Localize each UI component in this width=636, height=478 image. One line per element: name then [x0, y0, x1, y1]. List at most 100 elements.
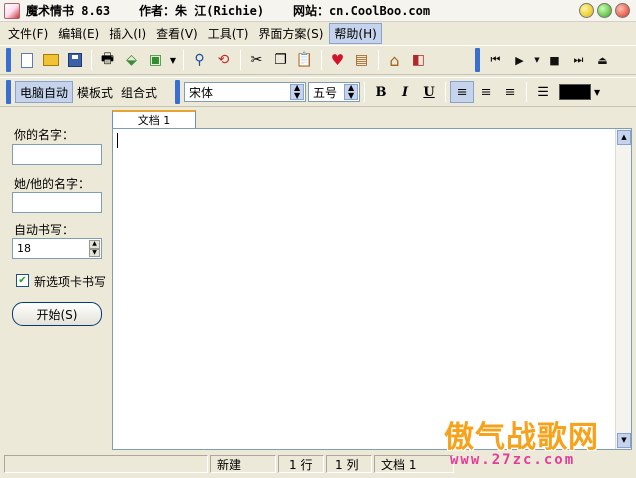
- status-blank: [4, 455, 208, 473]
- auto-write-stepper[interactable]: 18 ▲ ▼: [12, 238, 102, 259]
- menu-bar: 文件(F) 编辑(E) 插入(I) 查看(V) 工具(T) 界面方案(S) 帮助…: [0, 22, 636, 44]
- editor-area[interactable]: ▲ ▼: [112, 128, 632, 450]
- replace-icon: ⟲: [217, 52, 230, 68]
- template-icon: ▤: [354, 52, 369, 68]
- main-toolbar: 🖶 ⬙ ▣ ▼ ⚲ ⟲ ✂ ❐ 📋 ♥ ▤ ⌂ ◧ ⏮ ▶ ▼ ■ ⏭ ⏏: [0, 45, 636, 75]
- close-button[interactable]: [615, 3, 630, 18]
- toolbar-grip[interactable]: [475, 48, 480, 72]
- help-book-button[interactable]: ◧: [407, 49, 430, 72]
- printer-icon: 🖶: [100, 51, 115, 67]
- new-tab-checkbox[interactable]: ✔: [16, 274, 29, 287]
- play-dropdown[interactable]: ▼: [532, 49, 542, 72]
- menu-insert[interactable]: 插入(I): [105, 24, 150, 43]
- align-center-button[interactable]: ≡: [474, 81, 498, 103]
- menu-view[interactable]: 查看(V): [152, 24, 202, 43]
- tab-document-1[interactable]: 文档 1: [112, 110, 196, 128]
- maximize-button[interactable]: [597, 3, 612, 18]
- align-right-button[interactable]: ≡: [498, 81, 522, 103]
- chevron-down-icon: ▼: [593, 87, 601, 97]
- heart-icon: ♥: [330, 51, 345, 69]
- chevron-down-icon: ▼: [169, 55, 177, 65]
- menu-tools[interactable]: 工具(T): [204, 24, 253, 43]
- stepper-down-icon[interactable]: ▼: [89, 248, 100, 257]
- print-preview-button[interactable]: ⬙: [120, 49, 143, 72]
- format-toolbar: 电脑自动 模板式 组合式 宋体 ▲ ▼ 五号 ▲ ▼ B I U ≡ ≡ ≡ ☰ ▼: [0, 77, 636, 107]
- stop-icon: ■: [549, 53, 560, 67]
- find-button[interactable]: ⚲: [188, 49, 211, 72]
- text-color-dropdown[interactable]: ▼: [591, 81, 603, 104]
- toolbar-grip[interactable]: [6, 48, 11, 72]
- menu-help[interactable]: 帮助(H): [329, 22, 382, 44]
- book-icon: ◧: [411, 52, 426, 68]
- text-color-swatch[interactable]: [559, 84, 592, 100]
- toolbar-separator: [240, 50, 241, 70]
- start-button[interactable]: 开始(S): [12, 302, 102, 326]
- save-disk-icon: [67, 53, 82, 67]
- open-button[interactable]: [39, 49, 62, 72]
- export-button[interactable]: ▣: [144, 49, 167, 72]
- bullet-list-button[interactable]: ☰: [531, 81, 555, 103]
- fast-forward-button[interactable]: ⏭: [567, 49, 590, 72]
- italic-button[interactable]: I: [393, 81, 417, 103]
- new-button[interactable]: [15, 49, 38, 72]
- chevron-down-icon[interactable]: ▲ ▼: [344, 84, 359, 100]
- print-button[interactable]: 🖶: [96, 49, 119, 72]
- align-left-icon: ≡: [456, 84, 468, 100]
- export-dropdown[interactable]: ▼: [168, 49, 178, 72]
- menu-scheme[interactable]: 界面方案(S): [254, 24, 327, 43]
- favorite-button[interactable]: ♥: [326, 49, 349, 72]
- mode-combine-button[interactable]: 组合式: [117, 81, 161, 103]
- font-name-value: 宋体: [189, 85, 214, 100]
- toolbar-separator: [321, 50, 322, 70]
- menu-file[interactable]: 文件(F): [4, 24, 52, 43]
- their-name-label: 她/他的名字：: [14, 177, 91, 191]
- stop-button[interactable]: ■: [543, 49, 566, 72]
- toolbar-grip[interactable]: [6, 80, 11, 104]
- paste-button[interactable]: 📋: [293, 49, 316, 72]
- play-button[interactable]: ▶: [508, 49, 531, 72]
- font-name-select[interactable]: 宋体 ▲ ▼: [184, 82, 307, 102]
- home-button[interactable]: ⌂: [383, 49, 406, 72]
- their-name-input[interactable]: [12, 192, 102, 213]
- toolbar-separator: [183, 50, 184, 70]
- left-panel: 你的名字： 她/他的名字： 自动书写： 18 ▲ ▼ ✔ 新选项卡书写 开始(S…: [0, 112, 110, 452]
- minimize-button[interactable]: [579, 3, 594, 18]
- font-size-select[interactable]: 五号 ▲ ▼: [308, 82, 361, 102]
- cut-button[interactable]: ✂: [245, 49, 268, 72]
- bullet-list-icon: ☰: [537, 84, 549, 100]
- mode-auto-button[interactable]: 电脑自动: [15, 81, 74, 103]
- chevron-down-icon: ▼: [534, 56, 540, 64]
- menu-edit[interactable]: 编辑(E): [54, 24, 103, 43]
- status-col: 1 列: [326, 455, 372, 473]
- chevron-down-icon[interactable]: ▲ ▼: [290, 84, 305, 100]
- stepper-up-icon[interactable]: ▲: [89, 240, 100, 249]
- open-folder-icon: [42, 54, 59, 66]
- copy-button[interactable]: ❐: [269, 49, 292, 72]
- save-button[interactable]: [63, 49, 86, 72]
- align-left-button[interactable]: ≡: [450, 81, 475, 103]
- eject-button[interactable]: ⏏: [591, 49, 614, 72]
- window-title: 魔术情书 8.63 作者：朱 江(Richie) 网站：cn.CoolBoo.c…: [26, 4, 431, 18]
- your-name-label: 你的名字：: [14, 128, 75, 142]
- templates-button[interactable]: ▤: [350, 49, 373, 72]
- mode-template-button[interactable]: 模板式: [73, 81, 117, 103]
- scroll-up-icon[interactable]: ▲: [617, 130, 631, 145]
- new-document-icon: [20, 52, 33, 68]
- rewind-button[interactable]: ⏮: [484, 49, 507, 72]
- paste-icon: 📋: [295, 52, 314, 68]
- vertical-scrollbar[interactable]: ▲ ▼: [615, 129, 631, 449]
- replace-button[interactable]: ⟲: [212, 49, 235, 72]
- eject-icon: ⏏: [597, 53, 608, 67]
- print-preview-icon: ⬙: [126, 52, 137, 68]
- toolbar-separator: [91, 50, 92, 70]
- underline-button[interactable]: U: [417, 81, 441, 103]
- stepper-arrows[interactable]: ▲ ▼: [89, 240, 100, 257]
- export-icon: ▣: [148, 52, 163, 68]
- text-caret: [117, 133, 118, 148]
- auto-write-label: 自动书写：: [14, 223, 75, 237]
- copy-icon: ❐: [274, 52, 287, 68]
- watermark-title: 傲气战歌网: [444, 420, 599, 455]
- your-name-input[interactable]: [12, 144, 102, 165]
- bold-button[interactable]: B: [369, 81, 393, 103]
- toolbar-grip[interactable]: [175, 80, 181, 104]
